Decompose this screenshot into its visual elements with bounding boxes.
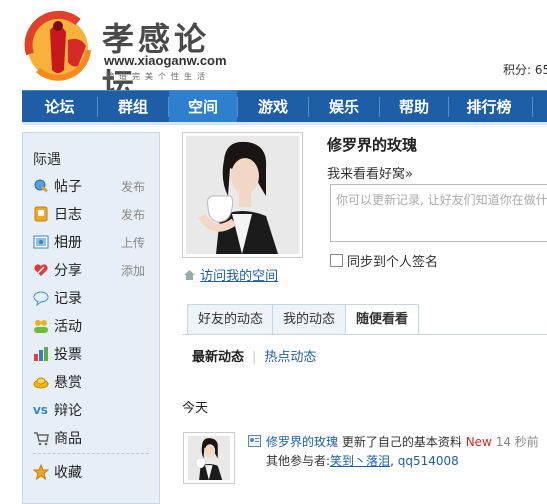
logo-slogan: 缔造完美个性生活 [106,72,210,81]
profile-card-icon [248,435,261,447]
user-points: 积分: 65 [503,63,547,77]
feed-action-text: 更新了自己的基本资料 [341,435,462,449]
sidebar-item-poll[interactable]: 投票 [33,343,155,365]
add-share-link[interactable]: 添加 [121,262,145,279]
svg-text:VS: VS [33,406,48,417]
sidebar: 际遇 帖子 发布 日志 发布 相册 上传 分享 添加 记录 活动 投票 悬赏 V… [22,132,160,504]
nav-item-games[interactable]: 游戏 [238,91,308,123]
sidebar-item-label: 帖子 [54,179,82,195]
feed-timestamp: 14 秒前 [495,435,539,449]
nav-divider [532,97,533,117]
upload-photo-link[interactable]: 上传 [121,234,145,251]
sidebar-item-goods[interactable]: 商品 [33,427,155,449]
favorite-icon [33,464,49,480]
participants-label: 其他参与者: [266,454,331,468]
sidebar-item-share[interactable]: 分享 添加 [33,259,155,281]
nav-item-groups[interactable]: 群组 [98,91,168,123]
home-icon [184,270,195,280]
sidebar-item-label: 活动 [54,319,82,335]
goods-icon [34,432,49,446]
site-header: 孝感论坛 www.xiaoganw.com 缔造完美个性生活 积分: 65 [0,0,547,104]
reward-icon [33,377,49,389]
avatar-photo [186,136,299,254]
sidebar-item-label: 辩论 [54,403,82,419]
share-icon [34,264,48,276]
visit-my-space-link[interactable]: 访问我的空间 [200,269,278,284]
sidebar-item-activity[interactable]: 活动 [33,315,155,337]
sidebar-item-post[interactable]: 帖子 发布 [33,175,155,197]
nav-underline [22,122,547,125]
sidebar-title: 际遇 [33,152,61,168]
participant-link[interactable]: 笑到丶落泪 [330,454,390,468]
status-input[interactable]: 你可以更新记录, 让好友们知道你在做什么... [330,184,547,242]
profile-username[interactable]: 修罗界的玫瑰 [327,134,417,155]
nav-item-help[interactable]: 帮助 [380,91,448,123]
feed-item: 修罗界的玫瑰 更新了自己的基本资料 New 14 秒前 [266,433,539,450]
sidebar-item-blog[interactable]: 日志 发布 [33,203,155,225]
tab-my-feed[interactable]: 我的动态 [272,304,347,334]
feed-subtabs: 最新动态 | 热点动态 [192,346,316,365]
status-prompt[interactable]: 我来看看好窝» [327,163,413,182]
logo-url: www.xiaoganw.com [104,53,227,68]
sync-signature-option[interactable]: 同步到个人签名 [330,251,438,270]
sidebar-item-label: 分享 [54,263,82,279]
sidebar-item-favorite[interactable]: 收藏 [33,461,155,483]
nav-item-space[interactable]: 空间 [169,91,237,123]
main-nav: 论坛 群组 空间 游戏 娱乐 帮助 排行榜 [22,90,547,123]
sidebar-item-album[interactable]: 相册 上传 [33,231,155,253]
sidebar-item-label: 记录 [54,291,82,307]
feed-avatar-photo [187,436,231,480]
site-logo[interactable]: 孝感论坛 www.xiaoganw.com 缔造完美个性生活 [20,8,240,104]
nav-item-forum[interactable]: 论坛 [22,91,97,123]
debate-icon: VS [33,406,48,417]
tabs-baseline [182,334,547,335]
sync-signature-label: 同步到个人签名 [347,255,439,270]
new-badge: New [465,435,492,449]
logo-emblem-icon [24,10,91,81]
album-icon [33,235,49,249]
sidebar-item-reward[interactable]: 悬赏 [33,371,155,393]
subtab-hot[interactable]: 热点动态 [264,350,316,365]
feed-avatar[interactable] [183,432,235,484]
feed-date-heading: 今天 [182,401,209,416]
sidebar-item-label: 投票 [54,347,82,363]
feed-user-link[interactable]: 修罗界的玫瑰 [266,435,338,449]
publish-blog-link[interactable]: 发布 [121,206,145,223]
sidebar-item-label: 日志 [54,207,82,223]
subtab-latest[interactable]: 最新动态 [192,350,244,365]
nav-item-entertainment[interactable]: 娱乐 [309,91,379,123]
sidebar-item-label: 收藏 [54,465,82,481]
tab-browse[interactable]: 随便看看 [345,304,420,335]
sidebar-item-label: 商品 [54,431,82,447]
tab-friends-feed[interactable]: 好友的动态 [187,304,275,334]
sidebar-item-record[interactable]: 记录 [33,287,155,309]
sidebar-item-label: 悬赏 [54,375,82,391]
participant-link[interactable]: qq514008 [398,454,459,468]
sync-signature-checkbox[interactable] [330,254,343,267]
subtab-separator: | [252,350,257,365]
activity-icon [34,320,48,333]
sidebar-item-label: 相册 [54,235,82,251]
record-icon [33,291,49,306]
nav-item-ranking[interactable]: 排行榜 [449,91,529,123]
post-icon [34,179,48,193]
publish-post-link[interactable]: 发布 [121,178,145,195]
user-avatar[interactable] [182,132,303,258]
visit-my-space[interactable]: 访问我的空间 [183,265,278,284]
feed-participants: 其他参与者:笑到丶落泪, qq514008 [266,452,459,469]
blog-icon [34,206,48,222]
sidebar-divider [33,453,149,454]
sidebar-item-debate[interactable]: VS 辩论 [33,399,155,421]
participant-separator: , [390,454,398,468]
poll-icon [34,347,48,361]
